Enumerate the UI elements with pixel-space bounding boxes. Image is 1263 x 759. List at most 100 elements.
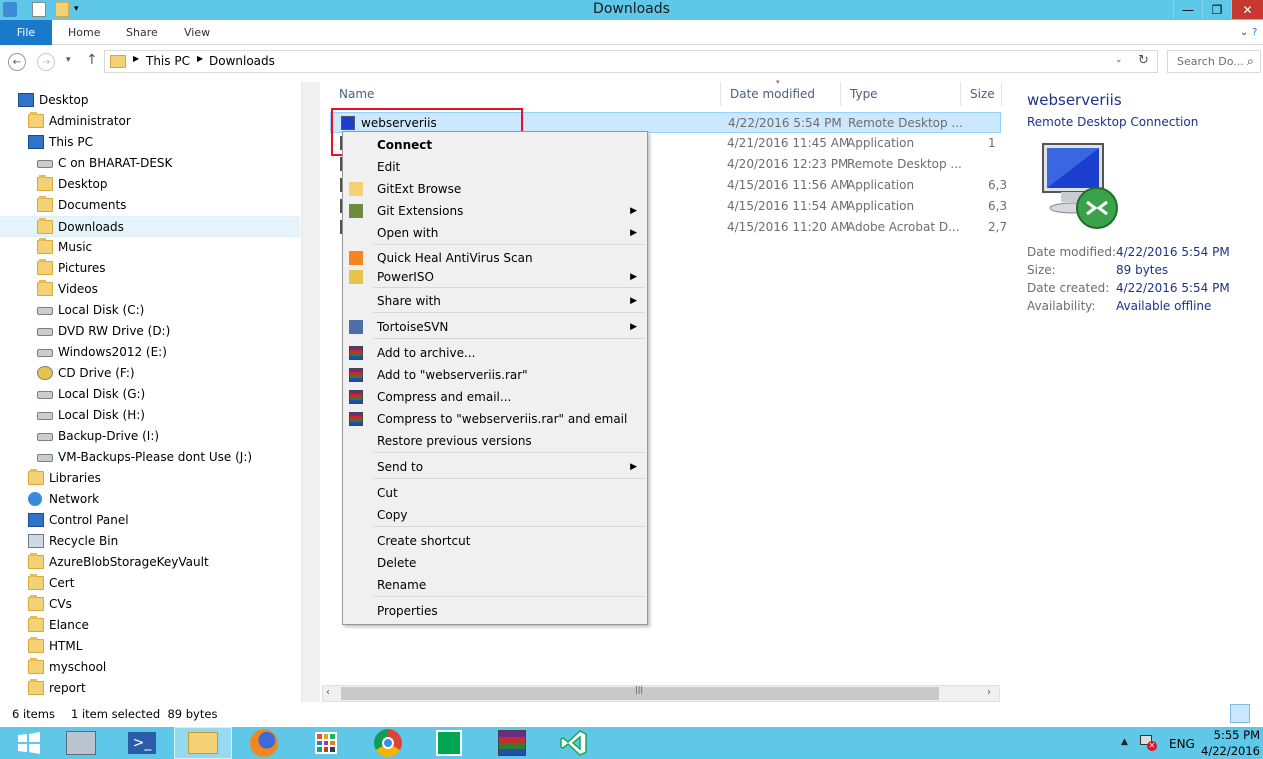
menu-item-share-with[interactable]: Share with ▶ bbox=[343, 290, 647, 312]
up-button[interactable]: ↑ bbox=[86, 52, 98, 68]
scroll-left-icon[interactable]: ‹ bbox=[326, 687, 330, 698]
maximize-button[interactable]: ❐ bbox=[1202, 0, 1231, 19]
nav-item-backup-drive-i[interactable]: Backup-Drive (I:) bbox=[0, 426, 300, 447]
nav-item-downloads[interactable]: Downloads bbox=[0, 216, 300, 237]
nav-item-videos[interactable]: Videos bbox=[0, 279, 300, 300]
nav-item-cert[interactable]: Cert bbox=[0, 573, 300, 594]
address-dropdown-icon[interactable]: ⌄ bbox=[1115, 55, 1123, 65]
language-indicator[interactable]: ENG bbox=[1169, 737, 1195, 751]
horizontal-scroll-thumb[interactable]: ||| bbox=[341, 685, 939, 700]
start-button[interactable] bbox=[0, 727, 58, 759]
menu-item-send-to[interactable]: Send to ▶ bbox=[343, 456, 647, 478]
tab-home[interactable]: Home bbox=[68, 20, 100, 45]
nav-item-local-disk-h[interactable]: Local Disk (H:) bbox=[0, 405, 300, 426]
file-explorer-icon[interactable] bbox=[174, 727, 232, 759]
menu-item-compress-to-webserveriis-rar-and-email[interactable]: Compress to "webserveriis.rar" and email bbox=[343, 408, 647, 430]
scroll-right-icon[interactable]: › bbox=[987, 687, 991, 698]
detail-label: Availability: bbox=[1027, 299, 1096, 313]
nav-item-local-disk-g[interactable]: Local Disk (G:) bbox=[0, 384, 300, 405]
nav-item-html[interactable]: HTML bbox=[0, 636, 300, 657]
nav-item-libraries[interactable]: Libraries bbox=[0, 468, 300, 489]
drive-icon bbox=[37, 160, 53, 168]
nav-item-pictures[interactable]: Pictures bbox=[0, 258, 300, 279]
firefox-icon[interactable] bbox=[235, 727, 293, 759]
menu-item-connect[interactable]: Connect bbox=[343, 134, 647, 156]
menu-item-add-to-archive[interactable]: Add to archive... bbox=[343, 342, 647, 364]
menu-item-rename[interactable]: Rename bbox=[343, 574, 647, 596]
tab-file[interactable]: File bbox=[0, 20, 52, 45]
tab-share[interactable]: Share bbox=[126, 20, 158, 45]
visual-studio-icon[interactable] bbox=[545, 727, 603, 759]
menu-item-git-extensions[interactable]: Git Extensions ▶ bbox=[343, 200, 647, 222]
nav-item-this-pc[interactable]: This PC bbox=[0, 132, 300, 153]
details-view-button[interactable] bbox=[1230, 704, 1250, 723]
address-bar[interactable]: ▶ This PC ▶ Downloads ⌄ ↻ bbox=[104, 50, 1158, 73]
breadcrumb-this-pc[interactable]: This PC bbox=[146, 54, 190, 68]
apps-grid-icon[interactable] bbox=[297, 727, 355, 759]
column-date-modified[interactable]: Date modified bbox=[721, 82, 841, 106]
network-status-icon[interactable]: ✕ bbox=[1140, 735, 1157, 751]
nav-item-cvs[interactable]: CVs bbox=[0, 594, 300, 615]
detail-value: 4/22/2016 5:54 PM bbox=[1116, 281, 1230, 295]
selection-info: 1 item selected 89 bytes bbox=[71, 707, 218, 721]
nav-item-desktop[interactable]: Desktop bbox=[0, 174, 300, 195]
menu-item-add-to-webserveriis-rar[interactable]: Add to "webserveriis.rar" bbox=[343, 364, 647, 386]
nav-item-local-disk-c[interactable]: Local Disk (C:) bbox=[0, 300, 300, 321]
nav-item-dvd-rw-drive-d[interactable]: DVD RW Drive (D:) bbox=[0, 321, 300, 342]
menu-item-edit[interactable]: Edit bbox=[343, 156, 647, 178]
menu-item-properties[interactable]: Properties bbox=[343, 600, 647, 622]
nav-item-azureblobstoragekeyvault[interactable]: AzureBlobStorageKeyVault bbox=[0, 552, 300, 573]
nav-item-cd-drive-f[interactable]: CD Drive (F:) bbox=[0, 363, 300, 384]
nav-item-windows2012-e[interactable]: Windows2012 (E:) bbox=[0, 342, 300, 363]
menu-item-gitext-browse[interactable]: GitExt Browse bbox=[343, 178, 647, 200]
menu-item-tortoisesvn[interactable]: TortoiseSVN ▶ bbox=[343, 316, 647, 338]
winrar-icon[interactable] bbox=[483, 727, 541, 759]
close-button[interactable]: ✕ bbox=[1231, 0, 1263, 19]
nav-item-administrator[interactable]: Administrator bbox=[0, 111, 300, 132]
horizontal-scrollbar[interactable]: ‹ ||| › bbox=[322, 685, 1000, 702]
nav-item-label: CD Drive (F:) bbox=[58, 366, 135, 380]
nav-item-control-panel[interactable]: Control Panel bbox=[0, 510, 300, 531]
menu-item-create-shortcut[interactable]: Create shortcut bbox=[343, 530, 647, 552]
menu-item-copy[interactable]: Copy bbox=[343, 504, 647, 526]
nav-item-vm-backups-please-dont-use-j[interactable]: VM-Backups-Please dont Use (J:) bbox=[0, 447, 300, 468]
menu-item-cut[interactable]: Cut bbox=[343, 482, 647, 504]
large-icons-view-button[interactable] bbox=[1252, 704, 1263, 723]
nav-item-desktop[interactable]: Desktop bbox=[0, 90, 300, 111]
search-icon[interactable]: ⌕ bbox=[1247, 51, 1254, 72]
store-icon[interactable] bbox=[420, 727, 478, 759]
nav-item-report[interactable]: report bbox=[0, 678, 300, 699]
column-type[interactable]: Type bbox=[841, 82, 961, 106]
show-hidden-icons-icon[interactable]: ▲ bbox=[1121, 737, 1128, 747]
clock-time[interactable]: 5:55 PM bbox=[1208, 728, 1260, 742]
recent-locations-icon[interactable]: ▾ bbox=[66, 55, 71, 65]
forward-button[interactable]: → bbox=[37, 53, 55, 71]
menu-item-icon bbox=[349, 320, 363, 334]
menu-item-poweriso[interactable]: PowerISO ▶ bbox=[343, 266, 647, 288]
menu-item-delete[interactable]: Delete bbox=[343, 552, 647, 574]
nav-item-documents[interactable]: Documents bbox=[0, 195, 300, 216]
nav-item-c-on-bharat-desk[interactable]: C on BHARAT-DESK bbox=[0, 153, 300, 174]
expand-ribbon-icon[interactable]: ⌄ bbox=[1240, 20, 1248, 45]
clock-date[interactable]: 4/22/2016 bbox=[1196, 744, 1260, 758]
column-name[interactable]: Name bbox=[330, 82, 721, 106]
nav-item-network[interactable]: Network bbox=[0, 489, 300, 510]
chrome-icon[interactable] bbox=[359, 727, 417, 759]
help-icon[interactable]: ? bbox=[1252, 20, 1257, 45]
back-button[interactable]: ← bbox=[8, 53, 26, 71]
nav-item-recycle-bin[interactable]: Recycle Bin bbox=[0, 531, 300, 552]
tab-view[interactable]: View bbox=[184, 20, 210, 45]
server-manager-icon[interactable] bbox=[52, 727, 110, 759]
nav-item-elance[interactable]: Elance bbox=[0, 615, 300, 636]
menu-item-compress-and-email[interactable]: Compress and email... bbox=[343, 386, 647, 408]
search-input[interactable]: Search Do... ⌕ bbox=[1167, 50, 1261, 73]
nav-item-myschool[interactable]: myschool bbox=[0, 657, 300, 678]
menu-item-open-with[interactable]: Open with ▶ bbox=[343, 222, 647, 244]
breadcrumb-downloads[interactable]: Downloads bbox=[209, 54, 275, 68]
column-size[interactable]: Size bbox=[961, 82, 1002, 106]
powershell-icon[interactable]: >_ bbox=[113, 727, 171, 759]
refresh-icon[interactable]: ↻ bbox=[1138, 53, 1149, 68]
nav-item-music[interactable]: Music bbox=[0, 237, 300, 258]
minimize-button[interactable]: — bbox=[1173, 0, 1202, 19]
menu-item-restore-previous-versions[interactable]: Restore previous versions bbox=[343, 430, 647, 452]
